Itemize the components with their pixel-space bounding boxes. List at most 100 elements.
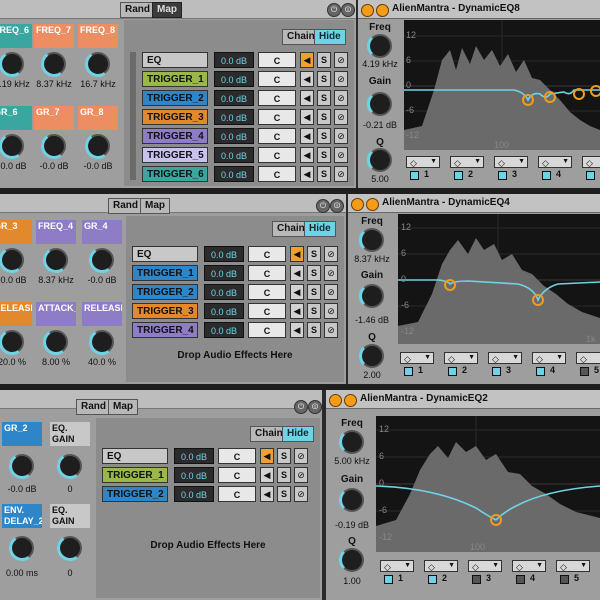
speaker-icon[interactable]: ◀: [300, 147, 314, 163]
knob-icon[interactable]: [82, 48, 114, 80]
chain-activator-icon[interactable]: ⊘: [294, 467, 308, 483]
band-1[interactable]: ◇ ▼ 1: [406, 156, 446, 182]
knob-icon[interactable]: [38, 130, 70, 162]
filter-type-select[interactable]: ◇▼: [444, 352, 478, 364]
hide-button[interactable]: Hide: [282, 426, 314, 442]
chain-volume[interactable]: 0.0 dB: [174, 486, 214, 502]
band-enable-checkbox[interactable]: [542, 171, 551, 180]
speaker-icon[interactable]: ◀: [300, 71, 314, 87]
chain-volume[interactable]: 0.0 dB: [214, 52, 254, 68]
filter-type-select[interactable]: ◇▼: [576, 352, 600, 364]
knob-icon[interactable]: [0, 130, 28, 162]
gain-knob-icon[interactable]: [359, 283, 384, 309]
freq-knob-icon[interactable]: [359, 227, 384, 253]
chain-pan[interactable]: C: [258, 166, 296, 182]
drop-audio-effects-area[interactable]: Drop Audio Effects Here: [126, 350, 344, 361]
chain-pan[interactable]: C: [258, 71, 296, 87]
gain-knob-icon[interactable]: [367, 91, 392, 117]
filter-type-select[interactable]: ◇▼: [468, 560, 502, 572]
chain-row-trigger-5[interactable]: TRIGGER_5 0.0 dB C ◀ S ⊘: [142, 147, 354, 164]
filter-type-select[interactable]: ◇▼: [488, 352, 522, 364]
macro-freq-7[interactable]: FREQ_7 8.37 kHz: [32, 22, 76, 92]
freq-value[interactable]: 5.00 kHz: [328, 456, 376, 466]
chain-name[interactable]: TRIGGER_1: [132, 265, 198, 281]
chain-pan[interactable]: C: [258, 52, 296, 68]
chain-activator-icon[interactable]: ⊘: [324, 246, 338, 262]
device-fold-icon[interactable]: [366, 198, 379, 211]
power-icon[interactable]: ⏼: [341, 3, 355, 17]
chain-volume[interactable]: 0.0 dB: [204, 303, 244, 319]
speaker-icon[interactable]: ◀: [300, 128, 314, 144]
solo-button[interactable]: S: [317, 166, 331, 182]
hide-button[interactable]: Hide: [314, 29, 346, 45]
speaker-icon[interactable]: ◀: [260, 467, 274, 483]
freq-value[interactable]: 8.37 kHz: [348, 254, 396, 264]
chain-row-eq[interactable]: EQ 0.0 dB C ◀ S ⊘: [142, 52, 354, 69]
knob-icon[interactable]: [38, 48, 70, 80]
chain-pan[interactable]: C: [248, 284, 286, 300]
chain-activator-icon[interactable]: ⊘: [334, 90, 348, 106]
band-3[interactable]: ◇ ▼ 3: [488, 352, 528, 378]
chain-pan[interactable]: C: [258, 147, 296, 163]
band-2[interactable]: ◇ ▼ 2: [444, 352, 484, 378]
rand-button[interactable]: Rand: [108, 198, 143, 214]
eq-graph[interactable]: 12 6 0 -6 -12 100: [404, 20, 600, 150]
chain-activator-icon[interactable]: ⊘: [324, 284, 338, 300]
chain-activator-icon[interactable]: ⊘: [334, 166, 348, 182]
chain-activator-icon[interactable]: ⊘: [324, 322, 338, 338]
chain-name[interactable]: TRIGGER_5: [142, 147, 208, 163]
speaker-icon[interactable]: ◀: [290, 265, 304, 281]
chain-name[interactable]: TRIGGER_3: [132, 303, 198, 319]
chain-row-trigger-1[interactable]: TRIGGER_1 0.0 dB C ◀ S ⊘: [142, 71, 354, 88]
gain-value[interactable]: -1.46 dB: [348, 315, 396, 325]
band-enable-checkbox[interactable]: [454, 171, 463, 180]
power-icon[interactable]: ⏼: [308, 400, 322, 414]
solo-button[interactable]: S: [277, 448, 291, 464]
chain-activator-icon[interactable]: ⊘: [324, 303, 338, 319]
chain-volume[interactable]: 0.0 dB: [214, 71, 254, 87]
macro-gr-4[interactable]: GR_4 -0.0 dB: [80, 218, 124, 288]
macro-release-3[interactable]: RELEASE_3 20.0 %: [0, 300, 34, 370]
solo-button[interactable]: S: [307, 322, 321, 338]
eq-graph[interactable]: 12 6 0 -6 -12 1k: [398, 214, 600, 344]
macro-release-4[interactable]: RELEASE_4 40.0 %: [80, 300, 124, 370]
filter-type-select[interactable]: ◇▼: [538, 156, 572, 168]
chain-name[interactable]: TRIGGER_2: [142, 90, 208, 106]
knob-icon[interactable]: [54, 450, 86, 482]
knob-icon[interactable]: [0, 244, 28, 276]
chain-volume[interactable]: 0.0 dB: [214, 109, 254, 125]
band-enable-checkbox[interactable]: [580, 367, 589, 376]
chain-name[interactable]: TRIGGER_1: [142, 71, 208, 87]
chain-pan[interactable]: C: [258, 128, 296, 144]
filter-type-select[interactable]: ◇▼: [380, 560, 414, 572]
filter-type-select[interactable]: ◇▼: [582, 156, 600, 168]
drop-audio-effects-area[interactable]: Drop Audio Effects Here: [96, 540, 320, 551]
band-enable-checkbox[interactable]: [472, 575, 481, 584]
device-fold-icon[interactable]: [376, 4, 389, 17]
band-enable-checkbox[interactable]: [384, 575, 393, 584]
knob-icon[interactable]: [6, 450, 38, 482]
solo-button[interactable]: S: [307, 284, 321, 300]
band-enable-checkbox[interactable]: [428, 575, 437, 584]
chain-row-trigger-2[interactable]: TRIGGER_2 0.0 dB C ◀ S ⊘: [102, 486, 314, 503]
freq-knob-icon[interactable]: [367, 33, 392, 59]
macro-env-delay-2[interactable]: ENV. DELAY_2 0.00 ms: [0, 502, 44, 578]
rand-button[interactable]: Rand: [120, 2, 155, 18]
map-button[interactable]: Map: [108, 399, 138, 415]
band-4[interactable]: ◇ ▼ 4: [538, 156, 578, 182]
band-4[interactable]: ◇ ▼ 4: [532, 352, 572, 378]
chain-pan[interactable]: C: [218, 467, 256, 483]
chain-row-trigger-2[interactable]: TRIGGER_2 0.0 dB C ◀ S ⊘: [132, 284, 344, 301]
speaker-icon[interactable]: ◀: [290, 322, 304, 338]
band-1[interactable]: ◇ ▼ 1: [400, 352, 440, 378]
chain-volume[interactable]: 0.0 dB: [204, 322, 244, 338]
chain-volume[interactable]: 0.0 dB: [214, 128, 254, 144]
chain-row-trigger-3[interactable]: TRIGGER_3 0.0 dB C ◀ S ⊘: [142, 109, 354, 126]
macro-freq-6[interactable]: FREQ_6 4.19 kHz: [0, 22, 34, 92]
chain-row-trigger-4[interactable]: TRIGGER_4 0.0 dB C ◀ S ⊘: [132, 322, 344, 339]
chain-name[interactable]: EQ: [102, 448, 168, 464]
band-3[interactable]: ◇ ▼ 3: [468, 560, 508, 586]
speaker-icon[interactable]: ◀: [300, 166, 314, 182]
macro-gr-6[interactable]: GR_6 -0.0 dB: [0, 104, 34, 174]
q-value[interactable]: 1.00: [328, 576, 376, 586]
